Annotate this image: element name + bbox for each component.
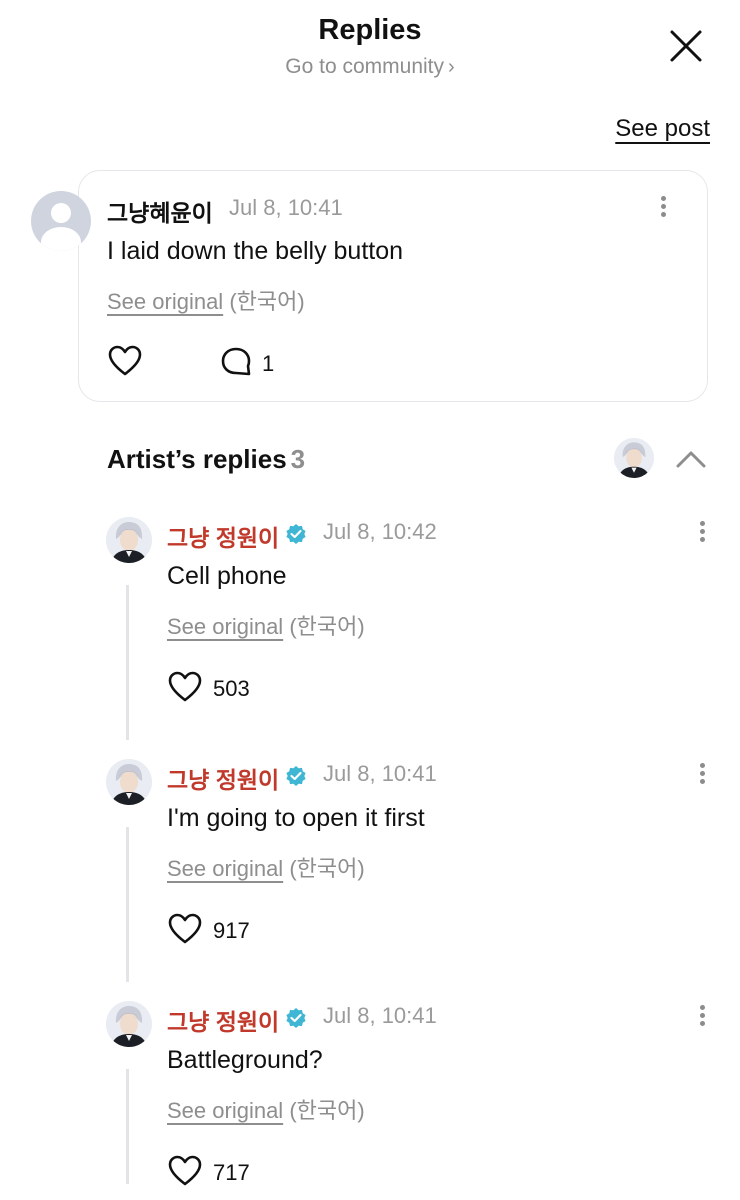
close-icon bbox=[670, 30, 702, 62]
artist-avatar-small bbox=[614, 438, 654, 478]
chevron-right-icon: › bbox=[448, 56, 455, 78]
see-original-link[interactable]: See original bbox=[167, 614, 283, 639]
heart-icon bbox=[168, 913, 202, 944]
thread-line bbox=[126, 827, 129, 982]
post-text: I laid down the belly button bbox=[107, 237, 404, 265]
reply-time: Jul 8, 10:41 bbox=[323, 761, 437, 786]
more-icon[interactable] bbox=[692, 1002, 712, 1032]
verified-icon bbox=[286, 524, 306, 544]
reply-see-original: See original (한국어) bbox=[167, 851, 365, 883]
more-icon[interactable] bbox=[692, 518, 712, 548]
verified-badge bbox=[285, 523, 307, 545]
language-label: (한국어) bbox=[289, 614, 365, 639]
post-time: Jul 8, 10:41 bbox=[229, 195, 343, 220]
verified-badge bbox=[285, 765, 307, 787]
heart-icon bbox=[168, 671, 202, 702]
heart-icon bbox=[108, 345, 142, 376]
comment-button[interactable] bbox=[220, 346, 254, 378]
artist-avatar[interactable] bbox=[106, 759, 152, 805]
artist-name[interactable]: 그냥 정원이 bbox=[167, 1003, 279, 1037]
artist-portrait-icon bbox=[106, 759, 152, 805]
reply-text: Battleground? bbox=[167, 1046, 323, 1074]
like-button[interactable] bbox=[168, 671, 202, 703]
language-label: (한국어) bbox=[229, 289, 305, 314]
go-to-community-link[interactable]: Go to community › bbox=[0, 55, 740, 79]
reply-text: I'm going to open it first bbox=[167, 804, 425, 832]
like-count: 917 bbox=[213, 918, 250, 943]
reply-time: Jul 8, 10:41 bbox=[323, 1003, 437, 1028]
post-author[interactable]: 그냥혜윤이 bbox=[107, 194, 213, 228]
verified-badge bbox=[285, 1007, 307, 1029]
artist-portrait-icon bbox=[614, 438, 654, 478]
reply-see-original: See original (한국어) bbox=[167, 609, 365, 641]
artist-portrait-icon bbox=[106, 1001, 152, 1047]
artist-replies-count: 3 bbox=[290, 444, 306, 474]
go-to-community-label: Go to community bbox=[285, 55, 445, 78]
artist-replies-title: Artist’s replies 3 bbox=[107, 444, 305, 475]
see-original-link[interactable]: See original bbox=[107, 289, 223, 314]
like-button[interactable] bbox=[168, 1155, 202, 1187]
chevron-up-icon bbox=[676, 451, 706, 468]
see-original-link[interactable]: See original bbox=[167, 1098, 283, 1123]
like-count: 717 bbox=[213, 1160, 250, 1185]
default-avatar-icon[interactable] bbox=[31, 191, 91, 251]
close-button[interactable] bbox=[662, 22, 710, 70]
artist-replies-label: Artist’s replies bbox=[107, 444, 287, 474]
heart-icon bbox=[168, 1155, 202, 1186]
artist-avatar[interactable] bbox=[106, 517, 152, 563]
like-button[interactable] bbox=[108, 345, 142, 377]
thread-line bbox=[126, 585, 129, 740]
thread-line bbox=[126, 1069, 129, 1184]
comment-icon bbox=[221, 347, 251, 376]
artist-name[interactable]: 그냥 정원이 bbox=[167, 519, 279, 553]
page-title: Replies bbox=[318, 14, 422, 46]
artist-portrait-icon bbox=[106, 517, 152, 563]
see-post-link[interactable]: See post bbox=[615, 115, 710, 143]
comment-count: 1 bbox=[262, 351, 275, 376]
like-button[interactable] bbox=[168, 913, 202, 945]
collapse-button[interactable] bbox=[674, 448, 708, 470]
artist-name[interactable]: 그냥 정원이 bbox=[167, 761, 279, 795]
language-label: (한국어) bbox=[289, 856, 365, 881]
verified-icon bbox=[286, 1008, 306, 1028]
language-label: (한국어) bbox=[289, 1098, 365, 1123]
see-original-link[interactable]: See original bbox=[167, 856, 283, 881]
more-icon[interactable] bbox=[653, 193, 673, 223]
reply-text: Cell phone bbox=[167, 562, 287, 590]
reply-time: Jul 8, 10:42 bbox=[323, 519, 437, 544]
more-icon[interactable] bbox=[692, 760, 712, 790]
verified-icon bbox=[286, 766, 306, 786]
like-count: 503 bbox=[213, 676, 250, 701]
artist-avatar[interactable] bbox=[106, 1001, 152, 1047]
post-see-original: See original (한국어) bbox=[107, 284, 305, 316]
reply-see-original: See original (한국어) bbox=[167, 1093, 365, 1125]
